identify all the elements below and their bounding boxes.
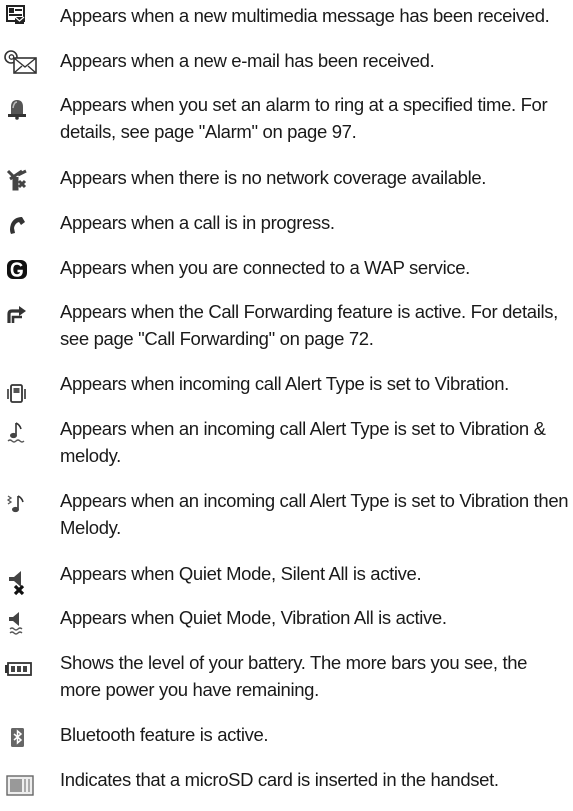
list-item-text: Appears when an incoming call Alert Type…: [60, 490, 569, 538]
bluetooth-icon: [2, 725, 40, 751]
alarm-bell-icon: [2, 95, 40, 121]
vibration-and-melody-icon: [2, 420, 40, 446]
list-item-text: Appears when a new e-mail has been recei…: [60, 50, 435, 71]
vibration-then-melody-icon: [2, 492, 40, 518]
call-in-progress-icon: [2, 212, 40, 238]
list-item-text: Shows the level of your battery. The mor…: [60, 652, 528, 700]
email-icon: [2, 49, 40, 75]
no-network-icon: [2, 166, 40, 192]
call-forwarding-icon: [2, 302, 40, 328]
vibration-all-icon: [2, 610, 40, 636]
list-item-text: Appears when there is no network coverag…: [60, 167, 487, 188]
list-item-text: Appears when Quiet Mode, Vibration All i…: [60, 607, 447, 628]
list-item-text: Appears when an incoming call Alert Type…: [60, 418, 546, 466]
icon-description-list: Appears when a new multimedia message ha…: [0, 0, 573, 811]
battery-icon: [2, 657, 40, 683]
list-item-text: Appears when Quiet Mode, Silent All is a…: [60, 563, 422, 584]
silent-all-icon: [2, 569, 40, 596]
list-item-text: Appears when you are connected to a WAP …: [60, 257, 470, 278]
microsd-card-icon: [2, 772, 40, 798]
wap-g-icon: [2, 256, 40, 282]
list-item-text: Appears when you set an alarm to ring at…: [60, 94, 548, 142]
list-item-text: Bluetooth feature is active.: [60, 724, 269, 745]
list-item-text: Indicates that a microSD card is inserte…: [60, 769, 499, 790]
list-item-text: Appears when incoming call Alert Type is…: [60, 373, 509, 394]
list-item-text: Appears when a call is in progress.: [60, 212, 335, 233]
list-item-text: Appears when a new multimedia message ha…: [60, 5, 550, 26]
vibration-icon: [2, 380, 40, 406]
list-item-text: Appears when the Call Forwarding feature…: [60, 301, 558, 349]
multimedia-message-icon: [2, 2, 40, 28]
